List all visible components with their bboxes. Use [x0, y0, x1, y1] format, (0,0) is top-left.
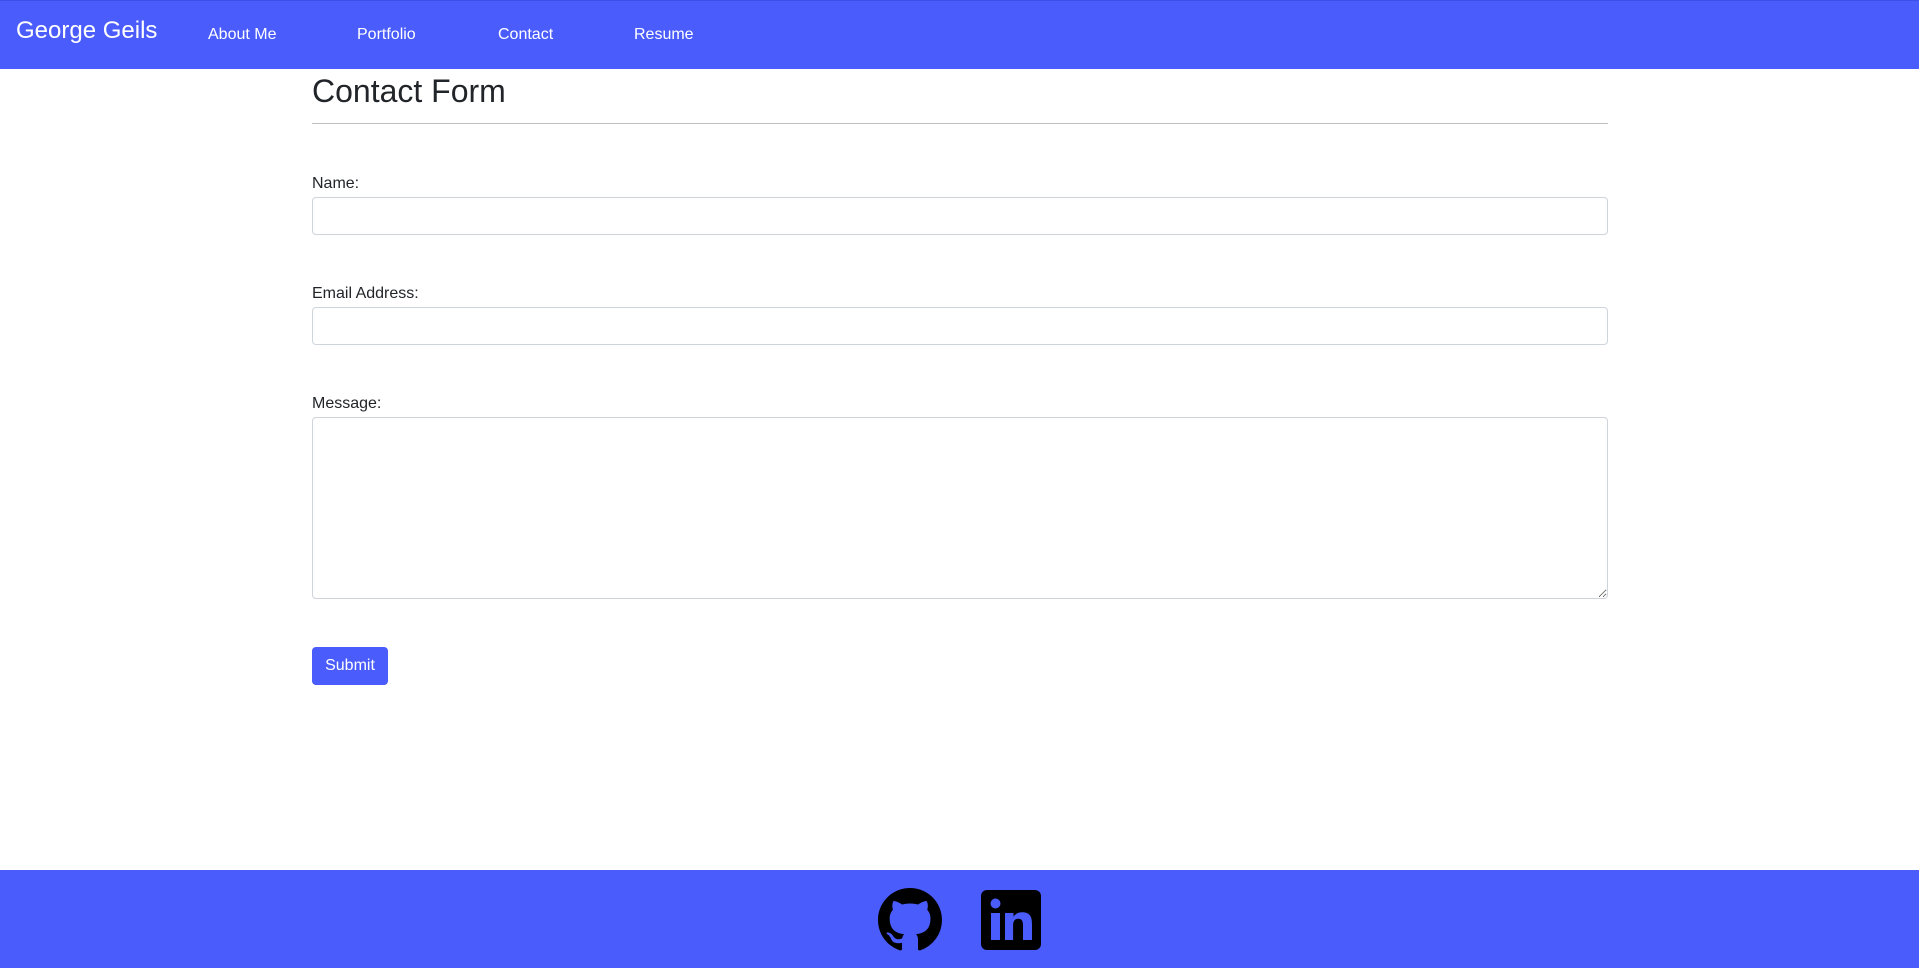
page-title: Contact Form — [312, 73, 506, 109]
github-icon — [878, 888, 942, 951]
github-link[interactable] — [878, 888, 942, 952]
message-label: Message: — [312, 395, 382, 412]
name-input[interactable] — [312, 197, 1608, 235]
footer — [0, 870, 1919, 968]
message-textarea[interactable] — [312, 417, 1608, 599]
brand-link[interactable]: George Geils — [16, 17, 157, 45]
linkedin-icon — [981, 890, 1041, 950]
title-divider — [312, 123, 1608, 124]
submit-button[interactable]: Submit — [312, 647, 388, 685]
nav-link-contact[interactable]: Contact — [498, 25, 553, 45]
nav-link-resume[interactable]: Resume — [634, 25, 694, 45]
navbar: George Geils About Me Portfolio Contact … — [0, 0, 1919, 69]
linkedin-link[interactable] — [979, 888, 1043, 952]
name-label: Name: — [312, 175, 360, 192]
nav-link-about-me[interactable]: About Me — [208, 25, 276, 45]
email-label: Email Address: — [312, 285, 419, 302]
nav-link-portfolio[interactable]: Portfolio — [357, 25, 416, 45]
email-input[interactable] — [312, 307, 1608, 345]
